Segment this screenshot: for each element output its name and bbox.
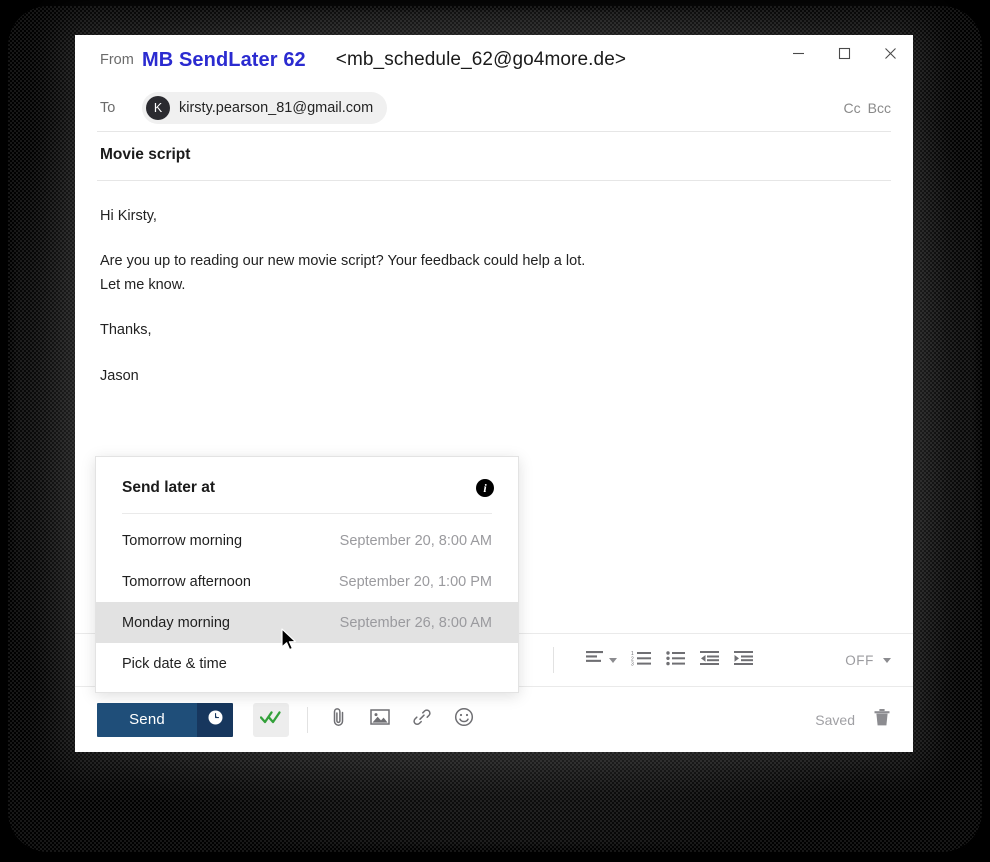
send-button[interactable]: Send [97, 702, 197, 737]
cc-button[interactable]: Cc [844, 100, 861, 116]
clock-icon [208, 710, 223, 730]
trash-icon[interactable] [873, 708, 891, 732]
to-label: To [100, 100, 116, 116]
chevron-down-icon [883, 657, 891, 663]
send-later-option-pick-date-time[interactable]: Pick date & time [96, 643, 518, 684]
info-icon[interactable]: i [476, 479, 494, 497]
outdent-icon [700, 650, 720, 671]
body-greeting: Hi Kirsty, [100, 208, 157, 224]
image-icon[interactable] [370, 708, 390, 731]
option-datetime: September 26, 8:00 AM [339, 614, 492, 631]
from-account-name[interactable]: MB SendLater 62 [142, 49, 306, 72]
recipient-chip[interactable]: K kirsty.pearson_81@gmail.com [142, 92, 388, 124]
send-later-divider [122, 513, 492, 514]
schedule-send-button[interactable] [197, 702, 233, 737]
body-closing: Thanks, [100, 322, 152, 339]
format-buttons: 1 2 3 [553, 647, 754, 673]
option-datetime: September 20, 8:00 AM [339, 532, 492, 549]
actions-separator [307, 706, 308, 733]
svg-text:3: 3 [631, 661, 634, 666]
send-later-option-tomorrow-afternoon[interactable]: Tomorrow afternoon September 20, 1:00 PM [96, 561, 518, 602]
send-later-option-monday-morning[interactable]: Monday morning September 26, 8:00 AM [96, 602, 518, 643]
from-row: From MB SendLater 62 <mb_schedule_62@go4… [75, 35, 913, 85]
body-paragraph: Are you up to reading our new movie scri… [100, 250, 888, 297]
bullet-list-button[interactable] [666, 650, 686, 671]
body-signature: Jason [100, 367, 139, 384]
avatar: K [146, 96, 170, 120]
emoji-icon[interactable] [454, 707, 474, 732]
recipient-email: kirsty.pearson_81@gmail.com [179, 100, 374, 116]
body-line-1: Are you up to reading our new movie scri… [100, 253, 586, 270]
send-later-header: Send later at i [96, 457, 518, 513]
link-icon[interactable] [412, 708, 432, 731]
chevron-down-icon [609, 657, 617, 663]
from-account-address[interactable]: <mb_schedule_62@go4more.de> [336, 49, 626, 71]
send-button-group: Send [97, 702, 233, 737]
to-row: To K kirsty.pearson_81@gmail.com Cc Bcc [75, 85, 913, 131]
double-check-icon [259, 710, 282, 730]
align-left-icon [586, 650, 605, 670]
paperclip-icon[interactable] [330, 707, 348, 732]
align-button[interactable] [586, 650, 617, 670]
save-status-group: Saved [815, 708, 891, 732]
attachment-tools [330, 707, 474, 732]
send-later-title: Send later at [122, 479, 216, 496]
option-datetime: September 20, 1:00 PM [338, 573, 492, 590]
bullet-list-icon [666, 650, 686, 671]
cc-bcc-controls: Cc Bcc [844, 100, 891, 116]
read-receipt-button[interactable] [253, 702, 289, 737]
indent-button[interactable] [734, 650, 754, 671]
saved-status-label: Saved [815, 711, 855, 728]
numbered-list-button[interactable]: 1 2 3 [631, 650, 652, 671]
option-label: Pick date & time [122, 655, 227, 672]
outdent-button[interactable] [700, 650, 720, 671]
body-line-2: Let me know. [100, 276, 186, 293]
option-label: Tomorrow afternoon [122, 573, 251, 590]
tracking-state-label: OFF [845, 652, 874, 668]
option-label: Tomorrow morning [122, 532, 243, 549]
mouse-cursor [281, 628, 299, 659]
from-label: From [100, 52, 134, 68]
send-later-option-tomorrow-morning[interactable]: Tomorrow morning September 20, 8:00 AM [96, 520, 518, 561]
bcc-button[interactable]: Bcc [868, 100, 891, 116]
option-label: Monday morning [122, 614, 230, 631]
compose-actions-bar: Send Saved [75, 687, 913, 752]
toolbar-separator [553, 647, 554, 673]
send-later-panel: Send later at i Tomorrow morning Septemb… [95, 456, 519, 693]
message-body[interactable]: Hi Kirsty, Are you up to reading our new… [75, 181, 913, 388]
numbered-list-icon: 1 2 3 [631, 650, 652, 671]
tracking-toggle[interactable]: OFF [845, 653, 891, 668]
indent-icon [734, 650, 754, 671]
subject-field[interactable]: Movie script [75, 132, 913, 180]
